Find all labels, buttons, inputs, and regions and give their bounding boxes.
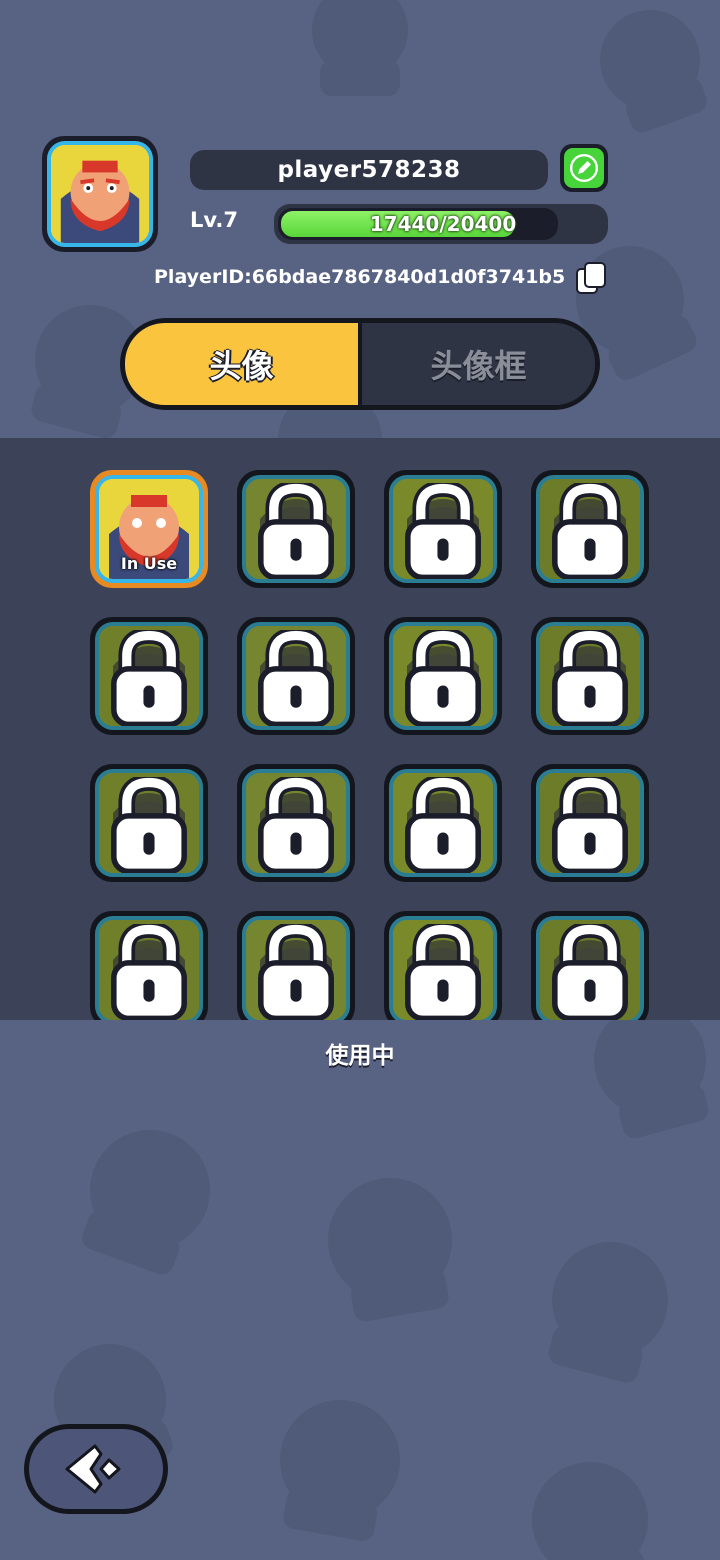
edit-name-button[interactable] (560, 144, 608, 192)
avatar-vampire (389, 916, 497, 1020)
lock-icon (405, 483, 481, 579)
avatar-option[interactable] (384, 911, 502, 1020)
status-text: 使用中 (325, 1043, 395, 1069)
avatar-option[interactable] (531, 911, 649, 1020)
avatar-red-beret (536, 769, 644, 877)
avatar-option[interactable] (237, 617, 355, 735)
avatar-option[interactable]: In Use (90, 470, 208, 588)
pencil-icon (570, 154, 598, 182)
lock-icon (405, 924, 481, 1020)
profile-avatar[interactable] (42, 136, 158, 252)
lock-icon (258, 630, 334, 726)
avatar-dark-hair-girl (242, 622, 350, 730)
back-button[interactable] (24, 1424, 168, 1514)
xp-bar: 17440/20400 (274, 204, 608, 244)
avatar-option[interactable] (237, 764, 355, 882)
tab-avatar-frame[interactable]: 头像框 (362, 323, 595, 405)
username-field: player578238 (190, 150, 548, 190)
lock-icon (405, 777, 481, 873)
profile-avatar-image (47, 141, 153, 247)
avatar-bear-ears (242, 916, 350, 1020)
avatar-grid-panel: In Use (0, 438, 720, 1020)
lock-icon (258, 483, 334, 579)
avatar-king-red-beard: In Use (95, 475, 203, 583)
avatar-option[interactable] (384, 617, 502, 735)
avatar-option[interactable] (237, 911, 355, 1020)
lock-icon (552, 630, 628, 726)
avatar-frog-king (536, 475, 644, 583)
avatar-red-hood (242, 769, 350, 877)
avatar-option[interactable] (384, 764, 502, 882)
avatar-option[interactable] (90, 764, 208, 882)
lock-icon (552, 777, 628, 873)
lock-icon (552, 483, 628, 579)
avatar-option[interactable] (531, 617, 649, 735)
avatar-option[interactable] (90, 911, 208, 1020)
avatar-bandaged (389, 769, 497, 877)
avatar-pink-hair (95, 622, 203, 730)
avatar-old-king (95, 769, 203, 877)
avatar-queen (242, 475, 350, 583)
copy-icon[interactable] (575, 261, 607, 295)
username-text: player578238 (277, 157, 461, 183)
avatar-option[interactable] (384, 470, 502, 588)
avatar-option[interactable] (531, 470, 649, 588)
tab-avatar[interactable]: 头像 (125, 323, 358, 405)
player-id: PlayerID:66bdae7867840d1d0f3741b5 (154, 266, 566, 288)
xp-text: 17440/20400 (369, 212, 517, 236)
avatar-option[interactable] (237, 470, 355, 588)
lock-icon (405, 630, 481, 726)
avatar-bow-girl (95, 916, 203, 1020)
avatar-grid: In Use (90, 470, 649, 1020)
in-use-label: In Use (120, 554, 178, 573)
avatar-option[interactable] (531, 764, 649, 882)
avatar-black-hair-boy (536, 916, 644, 1020)
lock-icon (552, 924, 628, 1020)
tab-bar: 头像 头像框 (120, 318, 600, 410)
back-arrow-icon (65, 1444, 121, 1494)
lock-icon (258, 777, 334, 873)
level-label: Lv.7 (190, 208, 238, 232)
lock-icon (111, 630, 187, 726)
avatar-blue-ogre (536, 622, 644, 730)
lock-icon (111, 777, 187, 873)
avatar-pirate (389, 475, 497, 583)
lock-icon (258, 924, 334, 1020)
avatar-robot (389, 622, 497, 730)
avatar-option[interactable] (90, 617, 208, 735)
lock-icon (111, 924, 187, 1020)
